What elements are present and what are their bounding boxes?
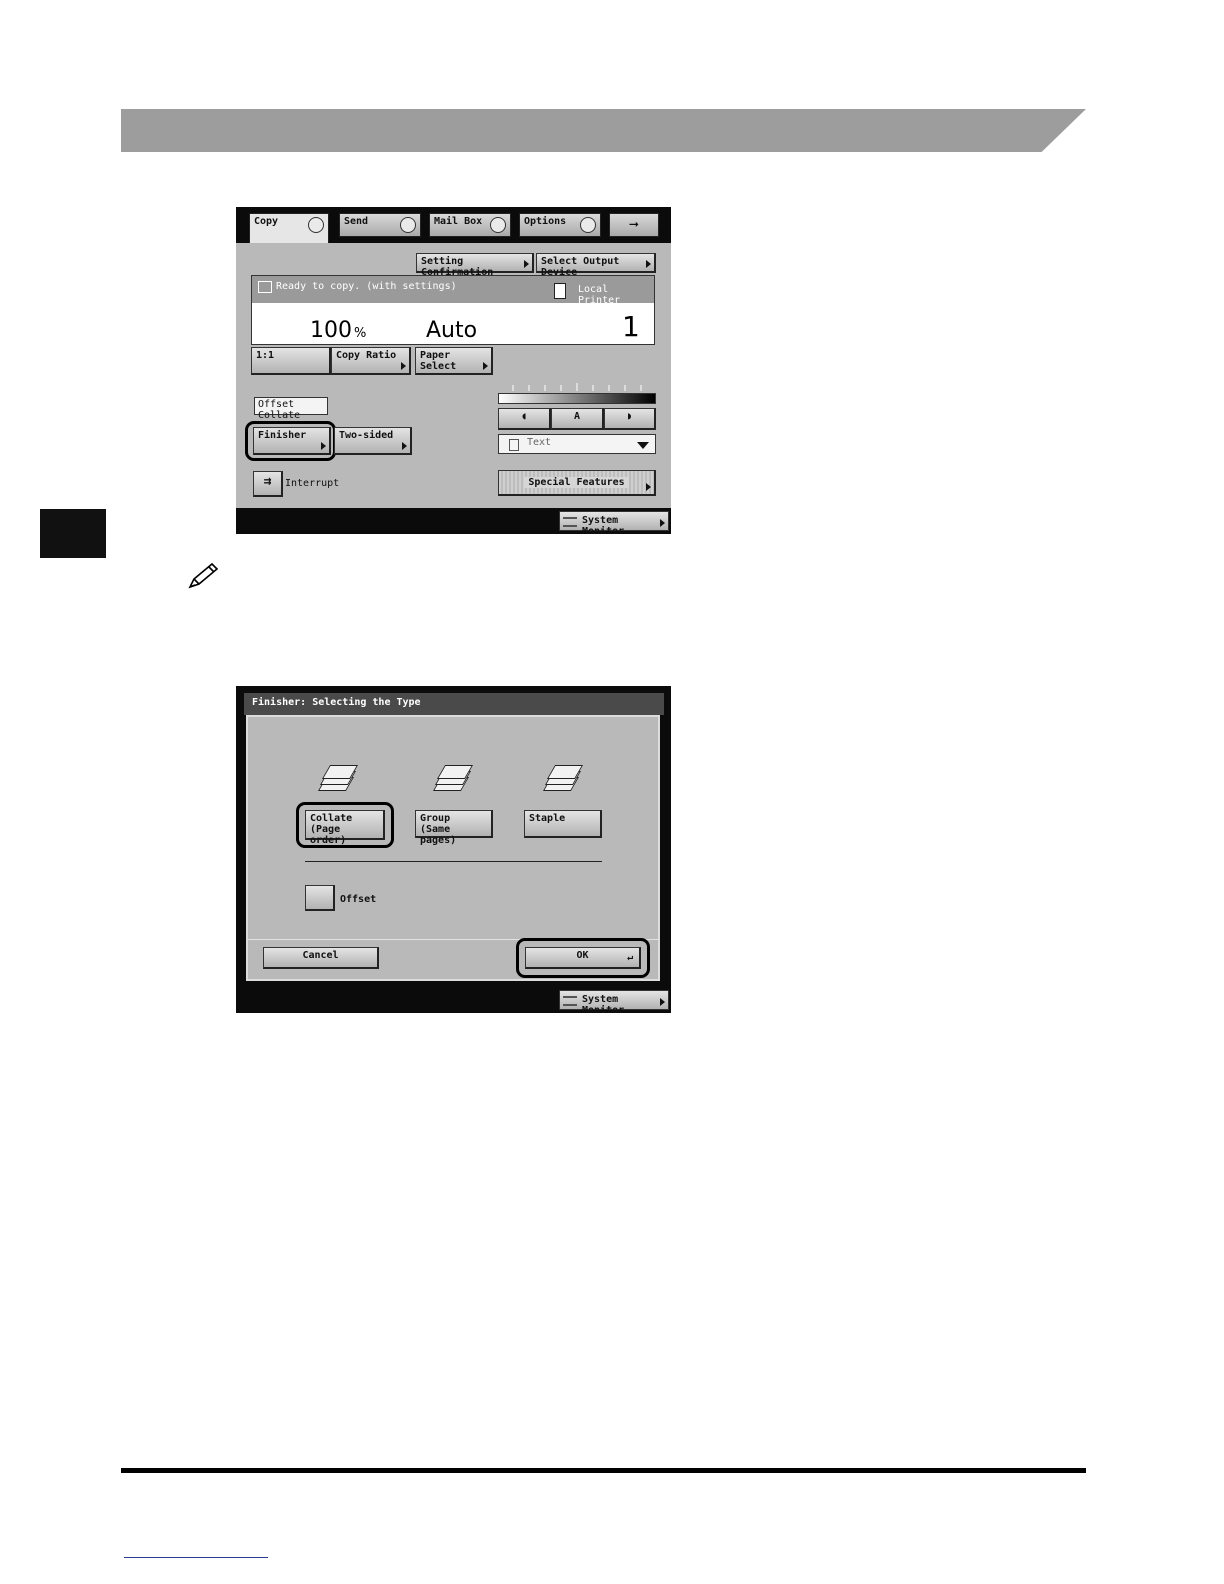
send-icon [400, 217, 416, 233]
chevron-right-icon [646, 260, 651, 268]
next-tab-button[interactable]: ➞ [609, 213, 659, 237]
chevron-right-icon [483, 362, 488, 370]
ratio-preset-label: 1:1 [256, 350, 275, 361]
interrupt-label: Interrupt [285, 478, 340, 489]
chevron-right-icon [402, 442, 407, 450]
collate-paper-stack-icon [317, 763, 359, 793]
tab-mail-box-label: Mail Box [434, 216, 483, 227]
copy-ratio-button[interactable]: Copy Ratio [331, 347, 411, 375]
system-monitor-icon [563, 517, 577, 527]
two-sided-button[interactable]: Two-sided [334, 427, 412, 455]
current-finishing-label: Offset Collate [254, 397, 328, 421]
group-sublabel: (Same pages) [420, 824, 457, 846]
chevron-right-icon [524, 260, 529, 268]
staple-paper-stack-icon [542, 763, 584, 793]
special-features-button[interactable]: Special Features [498, 470, 656, 496]
select-output-device-button[interactable]: Select Output Device [536, 253, 656, 278]
offset-label: Offset [340, 894, 377, 905]
status-display: Ready to copy. (with settings) Local Pri… [251, 275, 655, 345]
group-paper-stack-icon [432, 763, 474, 793]
tab-mail-box[interactable]: Mail Box [429, 213, 511, 237]
dialog-body: Collate (Page order) Group (Same pages) … [246, 715, 660, 981]
original-type-value: Text [527, 437, 552, 448]
staple-button[interactable]: Staple [524, 810, 602, 838]
system-monitor-icon [563, 996, 577, 1006]
copy-status-icon [258, 281, 272, 293]
copy-ratio-value: 100 [310, 318, 352, 343]
interrupt-button[interactable]: ⇉ [253, 471, 283, 497]
tab-options-label: Options [524, 216, 567, 227]
paper-select-label: Paper Select [420, 350, 457, 372]
chevron-right-icon [401, 362, 406, 370]
density-darker-button[interactable]: ◗ [604, 408, 656, 430]
divider [305, 861, 602, 862]
density-auto-label: A [573, 411, 581, 422]
density-gradient-bar [498, 393, 656, 404]
tab-copy[interactable]: Copy [249, 213, 329, 243]
cancel-label: Cancel [302, 950, 339, 961]
paper-select-button[interactable]: Paper Select [415, 347, 493, 375]
two-sided-label: Two-sided [339, 430, 394, 441]
paper-size-value: Auto [426, 318, 478, 343]
tab-options[interactable]: Options [519, 213, 601, 237]
options-icon [580, 217, 596, 233]
status-header: Ready to copy. (with settings) Local Pri… [252, 276, 654, 306]
copy-basic-features-screen: Copy Send Mail Box Options ➞ Setting Con… [236, 207, 671, 537]
printer-icon [554, 283, 566, 299]
chapter-tab-marker [40, 509, 106, 558]
copy-count: 1 [622, 310, 640, 343]
copy-icon [308, 217, 324, 233]
footer-link-underline[interactable] [124, 1557, 268, 1558]
density-auto-button[interactable]: A [551, 408, 604, 430]
density-lighter-button[interactable]: ◖ [498, 408, 551, 430]
current-finishing-text: Offset Collate [258, 399, 301, 421]
chevron-right-icon [660, 998, 665, 1006]
collate-callout-highlight [296, 802, 394, 848]
pencil-note-icon [188, 562, 219, 589]
tab-copy-label: Copy [254, 216, 279, 227]
group-label: Group [420, 813, 451, 824]
status-message: Ready to copy. (with settings) [276, 281, 457, 292]
density-ticks [512, 383, 642, 391]
percent-sign: % [354, 326, 367, 341]
system-monitor-button[interactable]: System Monitor [559, 511, 669, 537]
darker-icon: ◗ [626, 411, 633, 422]
tab-send-label: Send [344, 216, 369, 227]
staple-label: Staple [529, 813, 566, 824]
special-features-label: Special Features [524, 477, 629, 488]
section-header-bar [121, 109, 1086, 152]
offset-checkbox[interactable] [305, 885, 335, 911]
interrupt-icon: ⇉ [263, 474, 272, 489]
setting-confirmation-button[interactable]: Setting Confirmation [416, 253, 534, 278]
dialog-title-bar: Finisher: Selecting the Type [244, 693, 664, 715]
copy-ratio-label: Copy Ratio [336, 350, 397, 361]
lighter-icon: ◖ [520, 411, 528, 422]
finisher-callout-highlight [245, 421, 336, 461]
dialog-title: Finisher: Selecting the Type [252, 697, 421, 708]
finisher-selection-screen: Finisher: Selecting the Type Collate (Pa… [236, 686, 671, 1016]
cancel-button[interactable]: Cancel [263, 947, 379, 969]
system-monitor-label: System Monitor [582, 515, 625, 537]
output-device-name: Local Printer [578, 284, 621, 306]
footer-rule [121, 1468, 1086, 1473]
group-button[interactable]: Group (Same pages) [415, 810, 493, 846]
density-scale [499, 383, 655, 393]
system-monitor-button[interactable]: System Monitor [559, 990, 669, 1016]
chevron-down-icon [637, 442, 649, 449]
mail-box-icon [490, 217, 506, 233]
chevron-right-icon [646, 483, 651, 491]
document-icon [509, 439, 519, 451]
ok-callout-highlight [516, 938, 650, 978]
ratio-1-1-button[interactable]: 1:1 [251, 347, 331, 375]
chevron-right-icon [660, 519, 665, 527]
system-monitor-label: System Monitor [582, 994, 625, 1016]
tab-send[interactable]: Send [339, 213, 421, 237]
right-arrow-icon: ➞ [629, 215, 639, 234]
original-type-select[interactable]: Text [498, 434, 656, 454]
